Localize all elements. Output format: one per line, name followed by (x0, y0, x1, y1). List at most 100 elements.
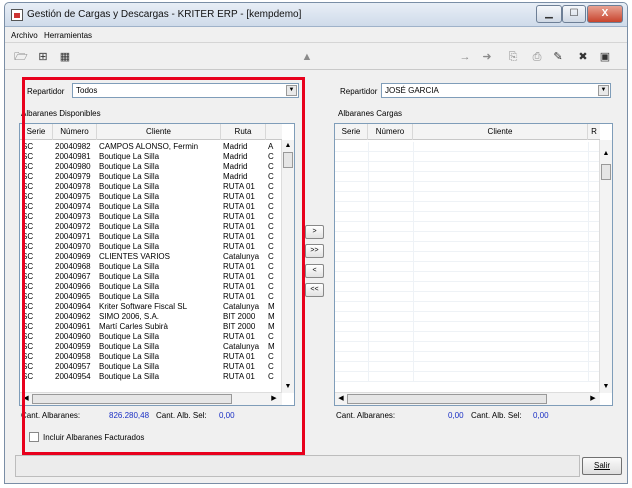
grid-line (588, 352, 589, 362)
grid-icon[interactable]: ▦ (57, 49, 73, 65)
grid-line (588, 162, 589, 172)
grid-line (413, 312, 414, 322)
column-header-numero[interactable]: Número (368, 124, 413, 140)
edit-icon[interactable]: ✎ (550, 49, 566, 65)
move-left-button[interactable]: < (305, 264, 324, 278)
grid-line (588, 202, 589, 212)
table-row[interactable] (335, 292, 600, 302)
table-row[interactable] (335, 242, 600, 252)
scroll-up-icon[interactable]: ▲ (600, 148, 612, 160)
grid-line (413, 332, 414, 342)
right-repartidor-select[interactable]: JOSÉ GARCIA ▼ (381, 83, 611, 98)
grid-line (368, 222, 369, 232)
table-row[interactable] (335, 152, 600, 162)
grid-line (588, 222, 589, 232)
title-bar[interactable]: Gestión de Cargas y Descargas - KRITER E… (5, 3, 627, 27)
window-icon[interactable]: ⊞ (35, 49, 51, 65)
table-row[interactable] (335, 362, 600, 372)
table-row[interactable] (335, 192, 600, 202)
minimize-button[interactable]: ▁ (536, 5, 562, 23)
table-row[interactable] (335, 172, 600, 182)
grid-line (413, 182, 414, 192)
cancel-icon[interactable]: ✖ (575, 49, 591, 65)
table-row[interactable] (335, 272, 600, 282)
grid-line (368, 322, 369, 332)
open-folder-icon[interactable]: 🗁 (13, 49, 29, 65)
print-icon[interactable]: ⎙ (529, 49, 545, 65)
grid-line (368, 192, 369, 202)
grid-line (413, 212, 414, 222)
column-header-cliente[interactable]: Cliente (413, 124, 588, 140)
grid-line (368, 162, 369, 172)
table-row[interactable] (335, 332, 600, 342)
table-row[interactable] (335, 142, 600, 152)
highlight-box (22, 77, 305, 455)
grid-line (588, 312, 589, 322)
app-icon (11, 9, 23, 21)
arrow-icon[interactable]: ➜ (479, 49, 495, 65)
scroll-left-icon[interactable]: ◀ (335, 393, 347, 405)
right-cant-albaranes-value: 0,00 (448, 411, 464, 420)
column-header-ruta[interactable]: R (588, 124, 600, 140)
scroll-down-icon[interactable]: ▼ (600, 381, 612, 393)
close-button[interactable]: X (587, 5, 623, 23)
table-row[interactable] (335, 312, 600, 322)
grid-line (413, 292, 414, 302)
table-row[interactable] (335, 222, 600, 232)
table-row[interactable] (335, 202, 600, 212)
grid-line (368, 232, 369, 242)
table-row[interactable] (335, 232, 600, 242)
right-horizontal-scrollbar[interactable]: ◀ ▶ (335, 392, 600, 405)
grid-line (588, 302, 589, 312)
table-row[interactable] (335, 282, 600, 292)
grid-line (368, 182, 369, 192)
scroll-thumb-horizontal[interactable] (347, 394, 547, 404)
table-row[interactable] (335, 352, 600, 362)
grid-line (413, 282, 414, 292)
grid-line (368, 302, 369, 312)
grid-line (588, 362, 589, 372)
save-icon[interactable]: ▣ (597, 49, 613, 65)
grid-line (588, 242, 589, 252)
grid-line (588, 282, 589, 292)
move-right-button[interactable]: > (305, 225, 324, 239)
grid-line (413, 272, 414, 282)
maximize-button[interactable]: ☐ (562, 5, 586, 23)
table-row[interactable] (335, 372, 600, 382)
grid-line (588, 212, 589, 222)
right-vertical-scrollbar[interactable]: ▲ ▼ (599, 140, 612, 393)
right-cargas-grid[interactable]: Serie Número Cliente R ▲ ▼ ◀ ▶ (334, 123, 613, 406)
scroll-right-icon[interactable]: ▶ (587, 393, 599, 405)
salir-button[interactable]: Salir (582, 457, 622, 475)
move-all-left-button[interactable]: << (305, 283, 324, 297)
grid-line (368, 212, 369, 222)
grid-line (413, 232, 414, 242)
table-row[interactable] (335, 162, 600, 172)
grid-line (413, 142, 414, 152)
grid-line (588, 332, 589, 342)
menu-archivo[interactable]: Archivo (11, 31, 38, 40)
table-row[interactable] (335, 342, 600, 352)
chevron-down-icon[interactable]: ▼ (598, 85, 609, 96)
arrow-right-icon[interactable]: → (457, 49, 473, 65)
table-row[interactable] (335, 322, 600, 332)
menu-herramientas[interactable]: Herramientas (44, 31, 92, 40)
move-all-right-button[interactable]: >> (305, 244, 324, 258)
table-row[interactable] (335, 262, 600, 272)
table-row[interactable] (335, 182, 600, 192)
grid-line (588, 262, 589, 272)
delete-icon[interactable]: ▲ (299, 49, 315, 65)
table-row[interactable] (335, 252, 600, 262)
table-row[interactable] (335, 302, 600, 312)
grid-line (368, 342, 369, 352)
status-bar (15, 455, 580, 477)
grid-line (413, 322, 414, 332)
table-row[interactable] (335, 212, 600, 222)
clipboard-icon[interactable]: ⎘ (505, 49, 521, 65)
right-grid-header: Serie Número Cliente R (335, 124, 600, 140)
grid-line (588, 342, 589, 352)
grid-line (368, 152, 369, 162)
grid-line (588, 372, 589, 382)
column-header-serie[interactable]: Serie (335, 124, 368, 140)
scroll-thumb[interactable] (601, 164, 611, 180)
